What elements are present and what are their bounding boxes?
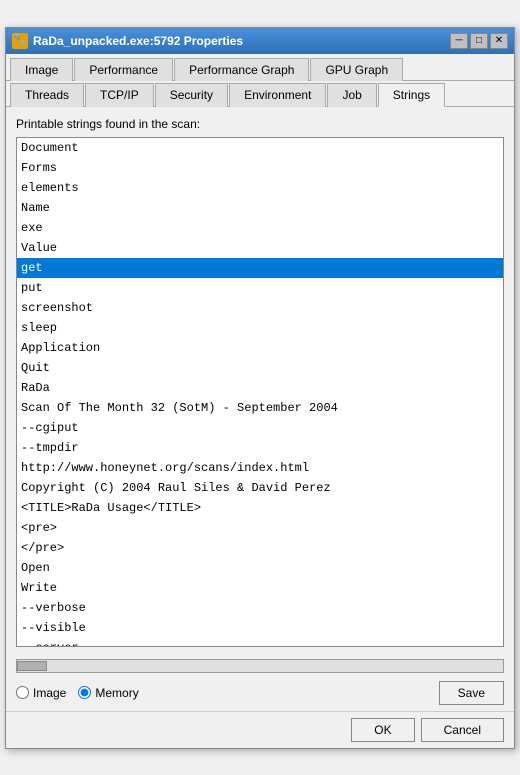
minimize-button[interactable]: ─ (450, 33, 468, 49)
list-item[interactable]: --verbose (17, 598, 503, 618)
list-item[interactable]: Open (17, 558, 503, 578)
list-item[interactable]: Document (17, 138, 503, 158)
list-item[interactable]: Name (17, 198, 503, 218)
content-area: Printable strings found in the scan: Doc… (6, 107, 514, 657)
list-item[interactable]: Copyright (C) 2004 Raul Siles & David Pe… (17, 478, 503, 498)
scan-label: Printable strings found in the scan: (16, 117, 504, 131)
list-item[interactable]: Forms (17, 158, 503, 178)
tab-performance-graph[interactable]: Performance Graph (174, 58, 309, 81)
save-button[interactable]: Save (439, 681, 504, 705)
list-item[interactable]: --cgiput (17, 418, 503, 438)
bottom-controls: Image Memory Save (6, 675, 514, 711)
scrollbar-row (6, 657, 514, 675)
list-item[interactable]: exe (17, 218, 503, 238)
tab-threads[interactable]: Threads (10, 83, 84, 107)
radio-image-label: Image (33, 686, 66, 700)
radio-memory[interactable]: Memory (78, 686, 138, 700)
list-item[interactable]: <pre> (17, 518, 503, 538)
tabs-row-1: Image Performance Performance Graph GPU … (6, 54, 514, 81)
tab-gpu-graph[interactable]: GPU Graph (310, 58, 403, 81)
list-item[interactable]: put (17, 278, 503, 298)
scrollbar-thumb[interactable] (17, 661, 47, 671)
list-item[interactable]: Quit (17, 358, 503, 378)
app-icon: 🔧 (12, 33, 28, 49)
tab-performance[interactable]: Performance (74, 58, 173, 81)
radio-image-input[interactable] (16, 686, 29, 699)
main-window: 🔧 RaDa_unpacked.exe:5792 Properties ─ □ … (5, 27, 515, 749)
ok-button[interactable]: OK (351, 718, 414, 742)
tab-strings[interactable]: Strings (378, 83, 445, 107)
tab-image[interactable]: Image (10, 58, 73, 81)
list-item[interactable]: Write (17, 578, 503, 598)
tab-job[interactable]: Job (327, 83, 376, 107)
title-bar: 🔧 RaDa_unpacked.exe:5792 Properties ─ □ … (6, 28, 514, 54)
strings-list: DocumentFormselementsNameexeValuegetputs… (17, 138, 503, 647)
list-item[interactable]: Application (17, 338, 503, 358)
radio-memory-input[interactable] (78, 686, 91, 699)
tab-security[interactable]: Security (155, 83, 228, 107)
list-item[interactable]: Scan Of The Month 32 (SotM) - September … (17, 398, 503, 418)
tabs-row-2: Threads TCP/IP Security Environment Job … (6, 81, 514, 107)
tab-tcpip[interactable]: TCP/IP (85, 83, 154, 107)
radio-group: Image Memory (16, 686, 139, 700)
title-bar-left: 🔧 RaDa_unpacked.exe:5792 Properties (12, 33, 243, 49)
footer-row: OK Cancel (6, 711, 514, 748)
window-title: RaDa_unpacked.exe:5792 Properties (33, 34, 243, 48)
close-button[interactable]: ✕ (490, 33, 508, 49)
title-controls: ─ □ ✕ (450, 33, 508, 49)
list-item[interactable]: --server (17, 638, 503, 647)
list-item[interactable]: sleep (17, 318, 503, 338)
radio-image[interactable]: Image (16, 686, 66, 700)
list-item[interactable]: </pre> (17, 538, 503, 558)
maximize-button[interactable]: □ (470, 33, 488, 49)
strings-list-container[interactable]: DocumentFormselementsNameexeValuegetputs… (16, 137, 504, 647)
list-item[interactable]: screenshot (17, 298, 503, 318)
list-item[interactable]: --tmpdir (17, 438, 503, 458)
list-item[interactable]: Value (17, 238, 503, 258)
list-item[interactable]: get (17, 258, 503, 278)
tab-environment[interactable]: Environment (229, 83, 326, 107)
list-item[interactable]: <TITLE>RaDa Usage</TITLE> (17, 498, 503, 518)
list-item[interactable]: --visible (17, 618, 503, 638)
list-item[interactable]: http://www.honeynet.org/scans/index.html (17, 458, 503, 478)
horizontal-scrollbar[interactable] (16, 659, 504, 673)
cancel-button[interactable]: Cancel (421, 718, 504, 742)
radio-memory-label: Memory (95, 686, 138, 700)
list-item[interactable]: elements (17, 178, 503, 198)
list-item[interactable]: RaDa (17, 378, 503, 398)
